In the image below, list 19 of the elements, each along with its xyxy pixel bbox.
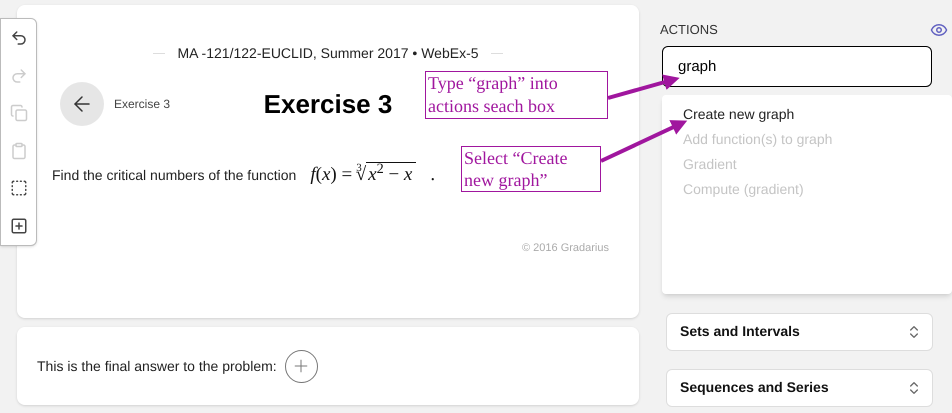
answer-text: This is the final answer to the problem:	[37, 356, 277, 376]
add-answer-button[interactable]	[284, 350, 318, 382]
add-icon[interactable]	[10, 216, 28, 235]
callout: Select “Create new graph”	[461, 146, 601, 192]
callout: Type “graph” into actions seach box	[425, 71, 608, 119]
problem-text: Find the critical numbers of the function	[52, 166, 296, 185]
back-button[interactable]	[60, 82, 104, 126]
formula: f(x) = 3√x$^{2}$ − x .	[310, 162, 436, 189]
undo-icon[interactable]	[10, 29, 28, 47]
course-title: MA -121/122-EUCLID, Summer 2017 • WebEx-5	[177, 44, 479, 63]
search-field[interactable]: graph	[662, 46, 932, 86]
category-panel[interactable]: Sets and Intervals	[666, 312, 933, 350]
dashed-square-icon[interactable]	[10, 179, 28, 198]
exercise-title: Exercise 3	[264, 88, 392, 120]
category-panel[interactable]: Sequences and Series	[666, 368, 933, 406]
result-item[interactable]: Create new graph	[683, 104, 952, 122]
copyright: © 2016 Gradarius	[522, 240, 609, 256]
breadcrumb: Exercise 3	[114, 96, 170, 113]
actions-heading: ACTIONS	[660, 21, 718, 39]
